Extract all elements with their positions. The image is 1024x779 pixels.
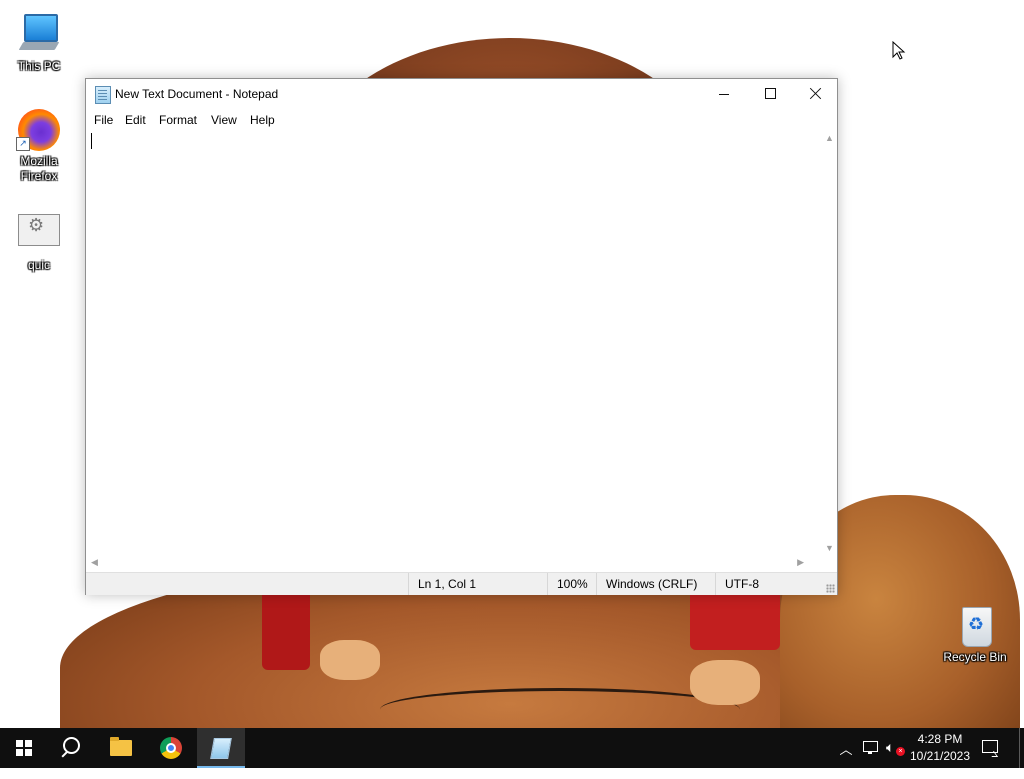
taskbar: ︿ 🔈︎ × 4:28 PM 10/21/2023 [0,728,1024,768]
firefox-icon: ↗ [16,107,62,151]
wallpaper-ball-seam [380,688,740,728]
desktop-icon-label: quic [27,258,50,272]
wallpaper-jersey-left [262,590,310,670]
scroll-up-icon[interactable]: ▲ [825,133,834,143]
menu-view[interactable]: View [205,112,243,129]
notepad-icon [95,86,111,104]
quic-app-icon: ⚙ [16,210,62,254]
scroll-down-icon[interactable]: ▼ [825,543,834,553]
desktop-icon-label: This PC [17,59,61,73]
desktop-icon-recycle-bin[interactable]: ♻ Recycle Bin [938,603,1012,665]
notepad-window[interactable]: New Text Document - Notepad File Edit Fo… [85,78,838,595]
menu-edit[interactable]: Edit [119,112,152,129]
muted-badge-icon: × [896,747,905,756]
close-button[interactable] [793,79,839,109]
recycle-bin-icon: ♻ [952,603,998,647]
menu-file[interactable]: File [88,112,119,129]
status-line-ending: Windows (CRLF) [596,573,716,595]
taskbar-chrome[interactable] [148,728,196,768]
show-hidden-icons-button[interactable]: ︿ [838,739,854,779]
vertical-scrollbar[interactable]: ▲ ▼ [822,130,837,556]
scroll-left-icon[interactable]: ◀ [91,557,98,568]
horizontal-scrollbar[interactable]: ◀ ▶ [87,556,822,571]
title-bar[interactable]: New Text Document - Notepad [86,79,837,110]
file-explorer-icon [110,737,132,756]
chevron-up-icon: ︿ [839,742,853,757]
scroll-right-icon[interactable]: ▶ [797,557,804,568]
desktop-icon-label: Recycle Bin [943,650,1007,664]
this-pc-icon [16,12,62,56]
shortcut-arrow-icon: ↗ [16,137,30,151]
maximize-button[interactable] [747,79,793,109]
wallpaper-jersey-right [690,590,780,650]
chrome-icon [160,737,182,759]
wallpaper-hand-right [690,660,760,705]
action-center-button[interactable] [980,738,999,757]
desktop-icon-quic[interactable]: ⚙ quic [2,210,76,273]
volume-muted-icon: 🔈︎ [886,739,895,755]
wallpaper-hand-left [320,640,380,680]
taskbar-notepad[interactable] [197,728,245,768]
search-button[interactable] [48,728,96,768]
volume-button[interactable]: 🔈︎ × [886,739,906,757]
show-desktop-button[interactable] [1019,728,1020,768]
clock-time: 4:28 PM [917,732,963,746]
desktop-icon-firefox[interactable]: ↗ Mozilla Firefox [2,107,76,184]
clock-date: 10/21/2023 [909,749,971,763]
resize-grip-icon[interactable] [826,584,835,593]
system-clock[interactable]: 4:28 PM 10/21/2023 [906,731,974,765]
window-title: New Text Document - Notepad [115,87,279,101]
start-icon [16,740,32,756]
text-editor-area[interactable] [87,130,822,556]
menu-help[interactable]: Help [244,112,281,129]
desktop-icon-this-pc[interactable]: This PC [2,12,76,74]
scrollbar-corner [822,556,837,571]
desktop-icon-label: Mozilla Firefox [20,154,58,183]
text-caret [91,133,92,149]
status-cursor-position: Ln 1, Col 1 [408,573,548,595]
maximize-icon [765,88,776,99]
network-button[interactable] [862,740,878,754]
start-button[interactable] [0,728,48,768]
menu-format[interactable]: Format [153,112,203,129]
notepad-icon [210,738,232,759]
status-zoom: 100% [547,573,597,595]
minimize-button[interactable] [701,79,747,109]
status-bar: Ln 1, Col 1 100% Windows (CRLF) UTF-8 [86,572,837,595]
menu-bar: File Edit Format View Help [86,110,837,130]
taskbar-file-explorer[interactable] [98,728,146,768]
close-icon [810,87,822,99]
status-encoding: UTF-8 [715,573,825,595]
minimize-icon [719,94,729,95]
